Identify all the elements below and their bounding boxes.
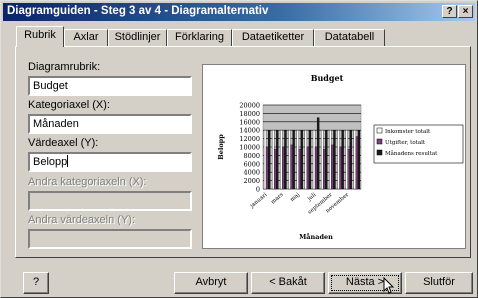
tab-stodlinjer[interactable]: Stödlinjer bbox=[108, 29, 167, 46]
bar bbox=[329, 130, 332, 190]
bar bbox=[314, 146, 318, 190]
bar bbox=[272, 130, 275, 190]
bar bbox=[292, 130, 295, 190]
bar bbox=[349, 130, 352, 190]
secondary-category-axis-field bbox=[28, 191, 192, 211]
bar bbox=[288, 130, 291, 190]
y-tick-label: 0 bbox=[256, 186, 260, 194]
category-axis-field[interactable]: Månaden bbox=[28, 114, 192, 134]
x-tick-label: maj bbox=[289, 192, 301, 203]
tab-strip: Rubrik Axlar Stödlinjer Förklaring Datae… bbox=[1, 25, 478, 47]
bar bbox=[312, 130, 316, 190]
legend-swatch bbox=[376, 149, 383, 156]
help-button[interactable]: ? bbox=[23, 272, 49, 294]
tab-forklaring[interactable]: Förklaring bbox=[167, 29, 232, 46]
category-axis-value: Månaden bbox=[33, 118, 79, 130]
bar bbox=[333, 130, 336, 190]
help-icon: ? bbox=[32, 276, 40, 288]
y-tick-label: 14000 bbox=[239, 127, 260, 135]
bar bbox=[284, 130, 287, 190]
cancel-button[interactable]: Avbryt bbox=[174, 272, 248, 294]
bar bbox=[308, 130, 312, 190]
legend-label: Månadens resultat bbox=[385, 150, 438, 157]
mouse-pointer-icon bbox=[383, 277, 395, 294]
bar bbox=[265, 146, 269, 190]
tab-dataetiketter[interactable]: Dataetiketter bbox=[232, 29, 314, 46]
y-tick-label: 20000 bbox=[239, 102, 260, 110]
value-axis-field[interactable]: Belopp bbox=[28, 152, 192, 172]
bar bbox=[306, 146, 310, 190]
bar bbox=[267, 130, 271, 190]
bar bbox=[298, 148, 301, 190]
chart-preview: Budget 0 2000 4000 6000 8000 10000 12000 14000 16… bbox=[202, 64, 466, 249]
x-tick-label: juli bbox=[306, 192, 318, 203]
bar bbox=[323, 148, 326, 190]
x-axis-title: Månaden bbox=[299, 232, 333, 241]
secondary-value-axis-label: Andra värdeaxeln (Y): bbox=[28, 214, 135, 226]
bar bbox=[274, 148, 277, 190]
bar bbox=[331, 144, 334, 190]
bar bbox=[296, 130, 299, 190]
bar bbox=[347, 148, 350, 190]
bar bbox=[263, 130, 267, 190]
secondary-value-axis-field bbox=[28, 229, 192, 249]
bar bbox=[325, 130, 328, 190]
tab-axlar[interactable]: Axlar bbox=[64, 29, 108, 46]
value-axis-value: Belopp bbox=[33, 156, 68, 168]
bar bbox=[290, 144, 293, 190]
back-button[interactable]: < Bakåt bbox=[251, 272, 325, 294]
bar bbox=[276, 130, 279, 190]
chart-svg: Budget 0200040006000800010000120001400016… bbox=[217, 73, 464, 241]
finish-button[interactable]: Slutför bbox=[405, 272, 473, 294]
y-tick-label: 8000 bbox=[243, 152, 260, 160]
y-tick-label: 10000 bbox=[239, 144, 260, 152]
bar bbox=[355, 136, 359, 190]
bar bbox=[280, 130, 283, 190]
value-axis-label: Värdeaxel (Y): bbox=[28, 137, 99, 149]
y-tick-label: 12000 bbox=[239, 135, 260, 143]
bar bbox=[321, 130, 324, 190]
category-axis-label: Kategoriaxel (X): bbox=[28, 99, 110, 111]
y-tick-label: 2000 bbox=[243, 177, 260, 185]
title-bar: Diagramguiden - Steg 3 av 4 - Diagramalt… bbox=[3, 3, 475, 21]
y-tick-label: 4000 bbox=[243, 169, 260, 177]
legend-label: Inkomster totalt bbox=[385, 129, 431, 135]
legend-swatch bbox=[376, 138, 383, 145]
y-tick-label: 6000 bbox=[243, 160, 260, 168]
window-title: Diagramguiden - Steg 3 av 4 - Diagramalt… bbox=[7, 5, 269, 17]
legend-swatch bbox=[376, 127, 383, 134]
y-tick-label: 16000 bbox=[239, 118, 260, 126]
close-icon[interactable]: × bbox=[458, 5, 473, 18]
x-tick-label: januari bbox=[249, 192, 269, 210]
tab-rubrik[interactable]: Rubrik bbox=[16, 26, 64, 47]
bar bbox=[353, 130, 357, 190]
bar bbox=[282, 146, 285, 190]
bar bbox=[300, 130, 303, 190]
tab-datatabell[interactable]: Datatabell bbox=[314, 29, 385, 46]
bar bbox=[357, 130, 361, 190]
chart-title-field[interactable]: Budget bbox=[28, 76, 192, 96]
bar bbox=[341, 130, 344, 190]
bar bbox=[339, 146, 342, 190]
help-title-button[interactable]: ? bbox=[442, 5, 457, 18]
chart-title-value: Budget bbox=[33, 80, 68, 92]
x-tick-label: mars bbox=[270, 192, 285, 206]
legend-label: Utgifter, totalt bbox=[385, 140, 426, 146]
secondary-category-axis-label: Andra kategoriaxeln (X): bbox=[28, 176, 147, 188]
y-axis-title: Belopp bbox=[217, 134, 225, 160]
chart-wizard-dialog: Diagramguiden - Steg 3 av 4 - Diagramalt… bbox=[0, 0, 478, 298]
text-cursor bbox=[67, 155, 69, 167]
y-tick-label: 18000 bbox=[239, 110, 260, 118]
bar bbox=[316, 117, 320, 190]
bar bbox=[337, 130, 340, 190]
bar bbox=[304, 130, 308, 190]
chart-title: Budget bbox=[311, 73, 344, 83]
bar bbox=[345, 130, 348, 190]
chart-title-label: Diagramrubrik: bbox=[28, 61, 101, 73]
